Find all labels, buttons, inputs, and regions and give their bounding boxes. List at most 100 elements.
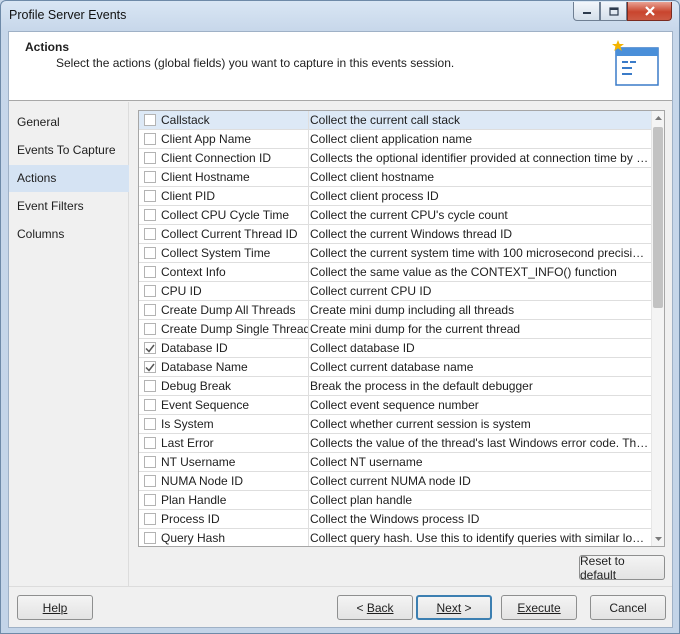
row-checkbox[interactable] xyxy=(144,285,156,297)
row-checkbox[interactable] xyxy=(144,152,156,164)
actions-grid: Callstack Collect the current call stack C… xyxy=(138,110,665,547)
title-bar[interactable]: Profile Server Events xyxy=(1,1,679,31)
maximize-button[interactable] xyxy=(600,2,627,21)
cancel-button[interactable]: Cancel xyxy=(590,595,666,620)
row-checkbox[interactable] xyxy=(144,532,156,544)
row-checkbox[interactable] xyxy=(144,266,156,278)
window-title: Profile Server Events xyxy=(9,8,127,22)
table-row[interactable]: Client Connection ID Collects the optiona… xyxy=(139,149,651,168)
chevron-up-icon xyxy=(655,116,662,120)
action-name: Database ID xyxy=(161,339,309,357)
action-name: Client PID xyxy=(161,187,309,205)
nav-item-label: Event Filters xyxy=(17,199,84,213)
table-row[interactable]: Client App Name Collect client applicatio… xyxy=(139,130,651,149)
row-checkbox[interactable] xyxy=(144,171,156,183)
row-checkbox[interactable] xyxy=(144,304,156,316)
nav-item-event-filters[interactable]: Event Filters xyxy=(9,193,129,220)
table-row[interactable]: Create Dump Single Thread Create mini dum… xyxy=(139,320,651,339)
back-button[interactable]: < Back xyxy=(337,595,413,620)
action-name: NT Username xyxy=(161,453,309,471)
table-row[interactable]: Database ID Collect database ID xyxy=(139,339,651,358)
minimize-icon xyxy=(582,12,591,14)
next-button[interactable]: Next > xyxy=(416,595,492,620)
dialog-window: Profile Server Events Actions Select the… xyxy=(0,0,680,634)
row-checkbox[interactable] xyxy=(144,247,156,259)
table-row[interactable]: Last Error Collects the value of the thre… xyxy=(139,434,651,453)
scroll-down-button[interactable] xyxy=(652,532,664,546)
vertical-scrollbar[interactable] xyxy=(651,111,664,546)
reset-to-default-button[interactable]: Reset to default xyxy=(579,553,665,582)
table-row[interactable]: Query Hash Collect query hash. Use this t… xyxy=(139,529,651,546)
action-name: Plan Handle xyxy=(161,491,309,509)
table-row[interactable]: Plan Handle Collect plan handle xyxy=(139,491,651,510)
table-row[interactable]: Collect System Time Collect the current s… xyxy=(139,244,651,263)
action-description: Collect NT username xyxy=(310,455,423,469)
row-checkbox[interactable] xyxy=(144,361,156,373)
row-checkbox[interactable] xyxy=(144,323,156,335)
row-checkbox[interactable] xyxy=(144,380,156,392)
action-description: Collect current NUMA node ID xyxy=(310,474,471,488)
scroll-up-button[interactable] xyxy=(652,111,664,125)
action-description: Collects the optional identifier provide… xyxy=(310,151,650,165)
action-description: Collect the current CPU's cycle count xyxy=(310,208,508,222)
table-row[interactable]: Callstack Collect the current call stack xyxy=(139,111,651,130)
table-row[interactable]: Client PID Collect client process ID xyxy=(139,187,651,206)
action-description: Collect query hash. Use this to identify… xyxy=(310,531,650,545)
nav-item-events-to-capture[interactable]: Events To Capture xyxy=(9,137,129,164)
nav-item-columns[interactable]: Columns xyxy=(9,221,129,248)
row-checkbox[interactable] xyxy=(144,133,156,145)
action-description: Collect current database name xyxy=(310,360,474,374)
table-row[interactable]: Process ID Collect the Windows process ID xyxy=(139,510,651,529)
table-row[interactable]: Debug Break Break the process in the defa… xyxy=(139,377,651,396)
row-checkbox[interactable] xyxy=(144,209,156,221)
table-row[interactable]: CPU ID Collect current CPU ID xyxy=(139,282,651,301)
action-name: CPU ID xyxy=(161,282,309,300)
row-checkbox[interactable] xyxy=(144,513,156,525)
table-row[interactable]: Is System Collect whether current session… xyxy=(139,415,651,434)
nav-item-label: General xyxy=(17,115,60,129)
table-row[interactable]: NUMA Node ID Collect current NUMA node ID xyxy=(139,472,651,491)
row-checkbox[interactable] xyxy=(144,418,156,430)
help-button[interactable]: Help xyxy=(17,595,93,620)
table-row[interactable]: NT Username Collect NT username xyxy=(139,453,651,472)
action-name: Create Dump Single Thread xyxy=(161,320,309,338)
row-checkbox[interactable] xyxy=(144,228,156,240)
action-description: Collect event sequence number xyxy=(310,398,479,412)
action-description: Collect whether current session is syste… xyxy=(310,417,531,431)
table-row[interactable]: Client Hostname Collect client hostname xyxy=(139,168,651,187)
table-row[interactable]: Collect CPU Cycle Time Collect the curren… xyxy=(139,206,651,225)
row-checkbox[interactable] xyxy=(144,456,156,468)
row-checkbox[interactable] xyxy=(144,342,156,354)
footer-divider xyxy=(9,586,672,587)
scroll-thumb[interactable] xyxy=(653,127,663,308)
minimize-button[interactable] xyxy=(573,2,600,21)
action-description: Collect current CPU ID xyxy=(310,284,432,298)
back-label: Back xyxy=(366,600,394,615)
row-checkbox[interactable] xyxy=(144,494,156,506)
table-row[interactable]: Event Sequence Collect event sequence num… xyxy=(139,396,651,415)
checkmark-icon xyxy=(145,344,155,353)
action-name: Client Hostname xyxy=(161,168,309,186)
action-description: Collect client application name xyxy=(310,132,473,146)
action-description: Collect plan handle xyxy=(310,493,413,507)
reset-to-default-label: Reset to default xyxy=(580,553,625,582)
nav-item-general[interactable]: General xyxy=(9,109,129,136)
close-button[interactable] xyxy=(627,2,672,21)
row-checkbox[interactable] xyxy=(144,399,156,411)
action-name: Client App Name xyxy=(161,130,309,148)
row-checkbox[interactable] xyxy=(144,475,156,487)
nav-item-actions[interactable]: Actions xyxy=(9,165,129,192)
action-name: Query Hash xyxy=(161,529,309,546)
table-row[interactable]: Collect Current Thread ID Collect the cur… xyxy=(139,225,651,244)
action-name: Create Dump All Threads xyxy=(161,301,309,319)
action-name: Process ID xyxy=(161,510,309,528)
execute-button[interactable]: Execute xyxy=(501,595,577,620)
row-checkbox[interactable] xyxy=(144,190,156,202)
action-name: Debug Break xyxy=(161,377,309,395)
action-name: Collect CPU Cycle Time xyxy=(161,206,309,224)
row-checkbox[interactable] xyxy=(144,437,156,449)
table-row[interactable]: Database Name Collect current database na… xyxy=(139,358,651,377)
table-row[interactable]: Create Dump All Threads Create mini dump … xyxy=(139,301,651,320)
table-row[interactable]: Context Info Collect the same value as th… xyxy=(139,263,651,282)
row-checkbox[interactable] xyxy=(144,114,156,126)
